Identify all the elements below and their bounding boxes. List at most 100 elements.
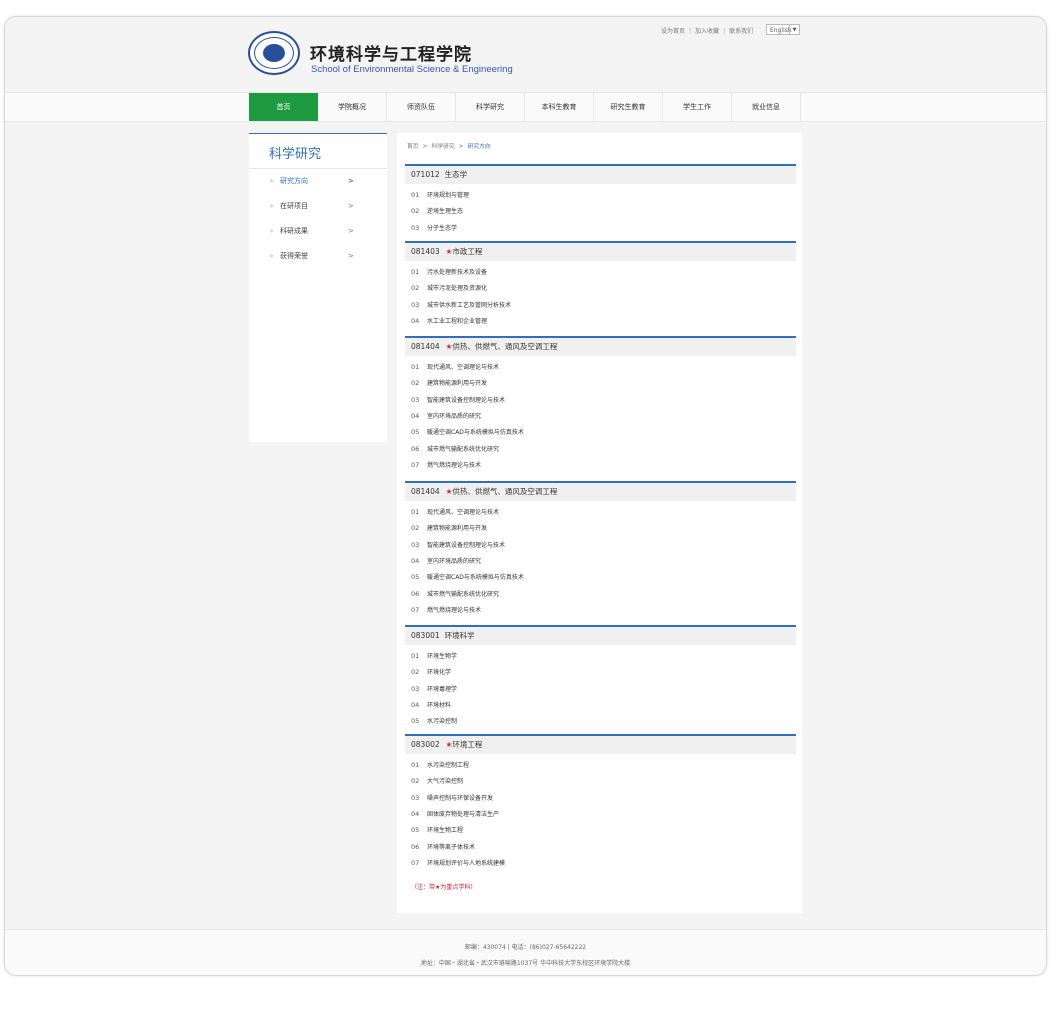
site-subtitle: School of Environmental Science & Engine…: [311, 64, 513, 75]
diamond-bullet-icon: ✧: [269, 253, 275, 260]
item-number: 02: [411, 668, 420, 677]
link-separator: |: [723, 28, 726, 35]
language-select[interactable]: English ▼: [766, 24, 800, 35]
section-header: 071012 生态学: [405, 164, 796, 184]
item-number: 01: [411, 508, 420, 516]
item-number: 04: [411, 411, 420, 420]
diamond-bullet-icon: ✧: [269, 228, 275, 235]
contact-us-link[interactable]: 联系我们: [729, 26, 753, 35]
list-item: 06 城市燃气输配系统优化研究: [411, 444, 499, 455]
sidebar-item-research-directions[interactable]: ✧ 研究方向 >: [269, 174, 359, 188]
diamond-bullet-icon: ✧: [269, 178, 275, 185]
discipline-code: 083001: [411, 631, 440, 640]
list-item: 01 环境规划与管理: [411, 190, 469, 201]
discipline-code: 081404: [411, 342, 440, 351]
sidebar-item-honors[interactable]: ✧ 获得荣誉 >: [269, 249, 359, 263]
item-text: 暖通空调CAD与系统模拟与仿真技术: [427, 429, 524, 437]
list-item: 02 建筑物能源利用与开发: [411, 523, 487, 534]
nav-graduate[interactable]: 研究生教育: [594, 93, 663, 121]
list-item: 04 室内环境品质的研究: [411, 411, 481, 422]
sidebar-item-ongoing-projects[interactable]: ✧ 在研项目 >: [269, 199, 359, 213]
item-text: 大气污染控制: [427, 778, 464, 786]
list-item: 02 逆境生理生态: [411, 206, 463, 217]
section-header: 083001 环境科学: [405, 625, 796, 645]
item-number: 01: [411, 363, 420, 371]
set-homepage-link[interactable]: 设为首页: [661, 26, 685, 35]
item-number: 04: [411, 316, 420, 325]
discipline-name: 供热、供燃气、通风及空调工程: [452, 487, 558, 496]
list-item: 03 环境毒理学: [411, 684, 457, 695]
university-seal-logo[interactable]: [248, 31, 300, 75]
item-number: 07: [411, 605, 420, 614]
sidebar-divider: [249, 168, 387, 169]
breadcrumb-separator: >: [458, 144, 464, 150]
item-number: 01: [411, 191, 420, 199]
site-footer: 邮编：430074 | 电话：(86)027-65642222 地址：中国・湖北…: [5, 929, 1046, 975]
list-item: 07 燃气燃烧理论与技术: [411, 460, 481, 471]
breadcrumb-current: 研究方向: [467, 144, 491, 150]
list-item: 02 环境化学: [411, 667, 451, 678]
discipline-code: 071012: [411, 170, 440, 179]
footer-address: 地址：中国・湖北省・武汉市珞喻路1037号 华中科技大学东校区环境学院大楼: [420, 960, 631, 967]
main-content: 首页 > 科学研究 > 研究方向 071012 生态学 01 环境规划与管理 02 逆境生理生态 0…: [397, 133, 802, 913]
chevron-right-icon: >: [348, 227, 354, 235]
top-links: 设为首页 | 加入收藏 | 联系我们: [661, 26, 753, 35]
item-number: 05: [411, 428, 420, 437]
sidebar-item-label: 在研项目: [280, 202, 309, 210]
item-text: 室内环境品质的研究: [427, 557, 482, 565]
item-number: 05: [411, 717, 420, 726]
link-separator: |: [689, 28, 692, 35]
item-number: 06: [411, 589, 420, 598]
breadcrumb-research[interactable]: 科学研究: [431, 144, 454, 150]
item-text: 城市污泥处理及资源化: [427, 285, 488, 293]
list-item: 05 环境生物工程: [411, 825, 463, 836]
item-text: 噪声控制与环保设备开发: [427, 794, 494, 802]
item-text: 燃气燃烧理论与技术: [427, 606, 482, 614]
list-item: 03 分子生态学: [411, 223, 457, 234]
breadcrumb-home[interactable]: 首页: [407, 144, 419, 150]
item-text: 水污染控制: [427, 718, 458, 726]
list-item: 02 大气污染控制: [411, 776, 463, 787]
nav-research[interactable]: 科学研究: [456, 93, 525, 121]
list-item: 05 暖通空调CAD与系统模拟与仿真技术: [411, 427, 524, 438]
item-text: 固体废弃物处理与清洁生产: [427, 810, 500, 818]
key-discipline-note: （注：带★为重点学科）: [411, 884, 477, 891]
discipline-name: 环境科学: [444, 631, 475, 640]
item-number: 06: [411, 444, 420, 453]
item-text: 分子生态学: [427, 224, 458, 232]
item-text: 城市供水新工艺及管网分析技术: [427, 301, 512, 309]
add-favorite-link[interactable]: 加入收藏: [695, 26, 719, 35]
item-text: 逆境生理生态: [427, 208, 464, 216]
discipline-code: 081403: [411, 247, 440, 256]
nav-faculty[interactable]: 师资队伍: [387, 93, 456, 121]
page-frame: 环境科学与工程学院 School of Environmental Scienc…: [4, 16, 1047, 976]
discipline-code: 083002: [411, 740, 440, 749]
item-text: 污水处理新技术及设备: [427, 269, 488, 276]
item-number: 03: [411, 395, 420, 404]
nav-employment[interactable]: 就业信息: [732, 93, 801, 121]
discipline-name: 供热、供燃气、通风及空调工程: [452, 342, 558, 351]
nav-about[interactable]: 学院概况: [318, 93, 387, 121]
main-nav: 首页 学院概况 师资队伍 科学研究 本科生教育 研究生教育 学生工作 就业信息: [249, 93, 801, 121]
footer-contact: 邮编：430074 | 电话：(86)027-65642222: [464, 944, 587, 951]
item-text: 智能建筑设备控制理论与技术: [427, 541, 506, 549]
item-text: 环境生物学: [427, 653, 458, 660]
item-text: 城市燃气输配系统优化研究: [427, 445, 500, 453]
item-text: 城市燃气输配系统优化研究: [427, 590, 500, 598]
list-item: 04 环境材料: [411, 700, 451, 711]
nav-student-affairs[interactable]: 学生工作: [663, 93, 732, 121]
item-number: 01: [411, 652, 420, 660]
sidebar-item-achievements[interactable]: ✧ 科研成果 >: [269, 224, 359, 238]
list-item: 01 现代通风、空调理论与技术: [411, 362, 499, 373]
nav-home[interactable]: 首页: [249, 93, 318, 121]
site-title[interactable]: 环境科学与工程学院: [310, 40, 472, 65]
list-item: 06 环境等离子体技术: [411, 842, 475, 853]
item-text: 环境规划与管理: [427, 192, 470, 199]
item-text: 建筑物能源利用与开发: [427, 525, 488, 533]
item-text: 环境材料: [427, 701, 452, 709]
list-item: 07 燃气燃烧理论与技术: [411, 605, 481, 616]
nav-undergraduate[interactable]: 本科生教育: [525, 93, 594, 121]
item-number: 03: [411, 223, 420, 232]
list-item: 03 噪声控制与环保设备开发: [411, 793, 493, 804]
item-number: 01: [411, 761, 420, 769]
